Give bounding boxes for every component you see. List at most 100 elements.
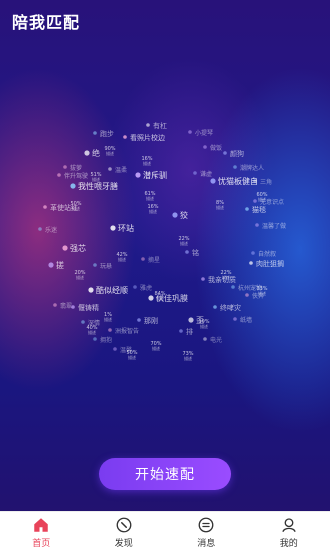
match-percent: 33%描述 bbox=[256, 286, 267, 296]
tag-dot bbox=[108, 328, 112, 332]
tag-dot bbox=[123, 135, 127, 139]
tag-dot bbox=[93, 263, 97, 267]
tag-label: 肉肚狙搁 bbox=[256, 259, 284, 268]
tag-dot bbox=[63, 165, 67, 169]
tag-dot bbox=[245, 207, 249, 211]
match-percent: 19%描述 bbox=[198, 319, 209, 329]
interest-tag[interactable]: 自然叙 bbox=[251, 250, 276, 258]
match-percent-caption: 描述 bbox=[180, 240, 188, 246]
interest-tag[interactable]: 洲报智告 bbox=[108, 327, 139, 335]
tag-dot bbox=[188, 130, 192, 134]
tag-label: 猫毯 bbox=[252, 205, 266, 214]
interest-tag[interactable]: 有杠 bbox=[146, 121, 167, 130]
interest-tag[interactable]: 强芯 bbox=[62, 243, 86, 253]
interest-tag[interactable]: 拔萝 bbox=[63, 164, 82, 172]
tag-label: 乐迷 bbox=[45, 226, 57, 234]
interest-tag[interactable]: 环站 bbox=[110, 223, 134, 233]
interest-tag[interactable]: 那刚 bbox=[137, 316, 158, 325]
interest-tag[interactable]: 潜斥驯 bbox=[135, 170, 167, 180]
tag-dot bbox=[185, 250, 189, 254]
tag-dot bbox=[223, 151, 227, 155]
tag-dot bbox=[81, 320, 85, 324]
interest-tag[interactable]: 铭 bbox=[185, 248, 199, 257]
interest-tag[interactable]: 忧猫板健自 bbox=[210, 176, 258, 186]
match-percent-caption: 描述 bbox=[184, 355, 192, 361]
interest-tag[interactable]: 排 bbox=[179, 327, 193, 336]
tag-dot bbox=[88, 287, 94, 293]
tag-dot bbox=[193, 171, 197, 175]
tag-dot bbox=[251, 251, 255, 255]
tag-label: 温馨了做 bbox=[262, 222, 286, 230]
tag-label: 我性喂牙膳 bbox=[78, 181, 118, 191]
tag-dot bbox=[43, 205, 47, 209]
tab-discover-label: 发现 bbox=[114, 539, 133, 549]
match-percent-caption: 描述 bbox=[88, 329, 96, 335]
match-percent: 70%描述 bbox=[150, 341, 161, 351]
match-percent-caption: 描述 bbox=[76, 274, 84, 280]
interest-tag[interactable]: 潮牌达人 bbox=[233, 164, 264, 172]
tag-label: 潮牌达人 bbox=[240, 164, 264, 172]
interest-tag[interactable]: 雅虎 bbox=[133, 284, 152, 292]
tag-label: 洲报智告 bbox=[115, 327, 139, 335]
tab-messages[interactable]: 消息 bbox=[165, 512, 248, 550]
interest-tag[interactable]: 跑步 bbox=[93, 129, 114, 138]
match-percent-caption: 描述 bbox=[118, 256, 126, 262]
match-percent: 50%描述 bbox=[126, 350, 137, 360]
interest-tag[interactable]: 玩悬 bbox=[93, 263, 112, 270]
interest-tag[interactable]: 偃铸精 bbox=[71, 303, 99, 312]
tag-dot bbox=[188, 317, 194, 323]
match-percent: 90%描述 bbox=[104, 146, 115, 156]
tab-home[interactable]: 首页 bbox=[0, 512, 83, 550]
match-percent-caption: 描述 bbox=[222, 274, 230, 280]
interest-tag[interactable]: 绝 bbox=[84, 148, 100, 158]
interest-tag[interactable]: 猫毯 bbox=[245, 205, 266, 214]
match-screen: 陪我匹配 有杠 小提琴 跑步 看照片校边 颜狗绝做饭 潮牌达人 拔萝 谦虚 温柔 潜斥驯 我性喂牙膳… bbox=[0, 0, 330, 550]
interest-tag[interactable]: 狡 bbox=[172, 210, 188, 220]
interest-tag[interactable]: 终哮灾 bbox=[213, 303, 241, 312]
tag-label: 拔萝 bbox=[70, 164, 82, 172]
match-percent-caption: 描述 bbox=[104, 316, 112, 322]
tab-profile[interactable]: 我的 bbox=[248, 512, 330, 550]
interest-tag[interactable]: 我亲切质 bbox=[201, 275, 236, 284]
tag-label: 玩悬 bbox=[100, 263, 112, 270]
interest-tag[interactable]: 拥抱 bbox=[93, 336, 112, 344]
interest-tag[interactable]: 谦虚 bbox=[193, 170, 212, 178]
interest-tag[interactable]: 翡翠 bbox=[53, 302, 72, 310]
match-percent-caption: 描述 bbox=[258, 290, 266, 296]
interest-tag[interactable]: 电光 bbox=[203, 336, 222, 344]
tag-label: 酷似经顺 bbox=[96, 285, 128, 295]
interest-tag[interactable]: 乐迷 bbox=[38, 226, 57, 234]
match-percent-caption: 描述 bbox=[106, 150, 114, 156]
interest-tag[interactable]: 我性喂牙膳 bbox=[70, 181, 118, 191]
interest-tag[interactable]: 摘星 bbox=[141, 256, 160, 264]
match-percent-caption: 描述 bbox=[128, 354, 136, 360]
home-icon bbox=[34, 518, 48, 532]
interest-tag[interactable]: 酷似经顺 bbox=[88, 285, 128, 295]
interest-tag[interactable]: 纸墙 bbox=[233, 316, 252, 324]
compass-icon bbox=[116, 517, 132, 533]
interest-tag[interactable]: 搓 bbox=[48, 260, 64, 270]
tag-dot bbox=[110, 225, 116, 231]
interest-tag[interactable]: 看照片校边 bbox=[123, 133, 165, 142]
interest-tag[interactable]: 做饭 bbox=[203, 144, 222, 152]
tab-discover[interactable]: 发现 bbox=[83, 512, 166, 550]
tag-label: 摘星 bbox=[148, 256, 160, 264]
tag-label: 环站 bbox=[118, 223, 134, 233]
tag-dot bbox=[249, 261, 253, 265]
interest-tag[interactable]: 温馨了做 bbox=[255, 222, 286, 230]
match-percent: 61%描述 bbox=[144, 191, 155, 201]
start-match-button[interactable]: 开始速配 bbox=[99, 458, 231, 490]
interest-tag[interactable]: 小提琴 bbox=[188, 129, 213, 137]
tag-label: 小提琴 bbox=[195, 129, 213, 137]
match-percent: 16%描述 bbox=[147, 204, 158, 214]
tag-dot bbox=[210, 178, 216, 184]
interest-tag[interactable]: 温柔 bbox=[108, 166, 127, 174]
tag-label: 终哮灾 bbox=[220, 303, 241, 312]
interest-tag[interactable]: 伴升驾驶 bbox=[57, 172, 88, 180]
interest-tag[interactable]: 肉肚狙搁 bbox=[249, 259, 284, 268]
tag-label: 排 bbox=[186, 327, 193, 336]
tag-dot bbox=[213, 305, 217, 309]
tag-dot bbox=[70, 183, 76, 189]
interest-tag[interactable]: 颜狗 bbox=[223, 149, 244, 158]
tag-label: 铭 bbox=[192, 248, 199, 257]
